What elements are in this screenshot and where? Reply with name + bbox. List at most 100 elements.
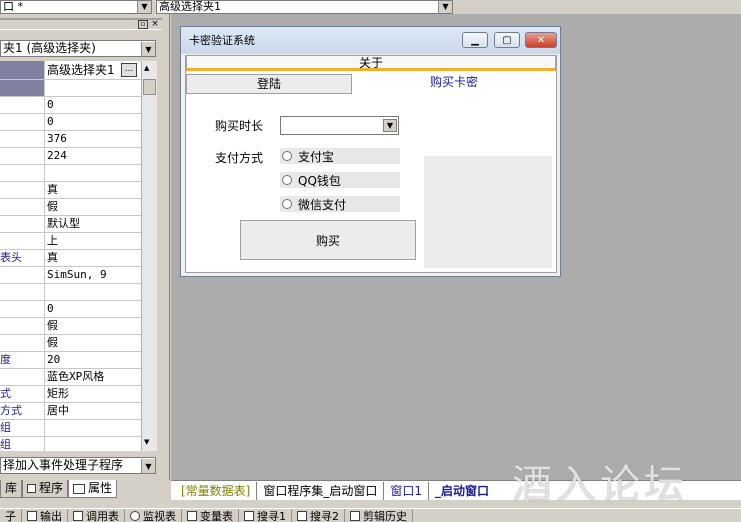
property-row[interactable]: 方式 居中: [0, 403, 157, 420]
maximize-icon[interactable]: ▢: [494, 32, 520, 48]
tab-window-assembly[interactable]: 窗口程序集_启动窗口: [256, 481, 383, 500]
property-row[interactable]: 表头真: [0, 250, 157, 267]
chevron-down-icon[interactable]: ▼: [141, 459, 155, 473]
object-combo-value: 夹1 (高级选择夹): [3, 41, 96, 55]
tab-watch[interactable]: 监视表: [125, 509, 182, 522]
tab-output[interactable]: 输出: [22, 509, 68, 522]
property-row[interactable]: 度 20: [0, 352, 157, 369]
tab-window1-label: 窗口1: [390, 483, 423, 498]
tab-library[interactable]: 库: [0, 480, 23, 498]
property-key: [0, 284, 44, 300]
property-row[interactable]: 式矩形: [0, 386, 157, 403]
property-row[interactable]: 蓝色XP风格: [0, 369, 157, 386]
tab-login[interactable]: 登陆: [186, 74, 352, 94]
property-key: [0, 199, 44, 215]
tab-output-label: 输出: [40, 509, 62, 522]
radio-circle[interactable]: [282, 199, 292, 209]
tab-window1[interactable]: 窗口1: [383, 481, 428, 500]
close-icon[interactable]: ×: [150, 20, 160, 29]
variables-icon: [187, 510, 197, 521]
property-row[interactable]: 默认型: [0, 216, 157, 233]
property-row[interactable]: 假: [0, 199, 157, 216]
component-select-combo[interactable]: 高级选择夹1 ▼: [156, 0, 453, 14]
property-row[interactable]: 0: [0, 97, 157, 114]
radio-circle[interactable]: [282, 175, 292, 185]
property-row[interactable]: 真: [0, 182, 157, 199]
property-row[interactable]: [0, 165, 157, 182]
object-combo[interactable]: 夹1 (高级选择夹) ▼: [0, 40, 156, 57]
tab-search2[interactable]: 搜寻2: [292, 509, 345, 522]
panel-tabs: 库 程序 属性: [0, 480, 170, 500]
tab-library-label: 库: [5, 481, 18, 495]
event-combo[interactable]: 择加入事件处理子程序 ▼: [0, 457, 156, 474]
property-row[interactable]: 224: [0, 148, 157, 165]
tab-properties-label: 属性: [88, 481, 113, 495]
property-key: [0, 216, 44, 232]
property-row[interactable]: SimSun, 9: [0, 267, 157, 284]
output-tabs-bar: 子 输出 调用表 监视表 变量表 搜寻1 搜寻2 剪辑历史: [0, 508, 741, 522]
dialog-window[interactable]: 卡密验证系统 ▁ ▢ ✕ 关于 登陆 购买卡密 购买时长 ▼ 支付方式 支付宝 …: [180, 26, 561, 277]
restore-icon[interactable]: ▫: [138, 20, 148, 29]
property-key: 式: [0, 386, 44, 402]
radio-wechat[interactable]: 微信支付: [280, 196, 400, 212]
tab-properties[interactable]: 属性: [68, 480, 118, 498]
minimize-icon[interactable]: ▁: [462, 32, 488, 48]
tab-startup-window[interactable]: _启动窗口: [428, 481, 495, 500]
watermark: 酒入论坛: [512, 462, 688, 508]
property-scrollbar[interactable]: ▲ ▼: [141, 61, 157, 451]
tab-search1[interactable]: 搜寻1: [239, 509, 292, 522]
buy-button[interactable]: 购买: [240, 220, 416, 260]
scrollbar-thumb[interactable]: [143, 79, 156, 95]
watch-icon: [130, 510, 140, 521]
property-row[interactable]: 上: [0, 233, 157, 250]
property-key: [0, 61, 44, 79]
chevron-down-icon[interactable]: ▼: [141, 42, 155, 56]
tab-program[interactable]: 程序: [22, 480, 69, 498]
tab-startup-window-label: _启动窗口: [435, 483, 490, 498]
window-select-combo[interactable]: 口 * ▼: [0, 0, 152, 14]
output-icon: [27, 510, 37, 521]
tab-constants[interactable]: [常量数据表]: [171, 482, 256, 500]
property-row[interactable]: 组: [0, 437, 157, 451]
chevron-down-icon[interactable]: ▼: [438, 1, 452, 13]
property-row[interactable]: [0, 80, 157, 97]
property-row[interactable]: 0: [0, 114, 157, 131]
property-key: [0, 267, 44, 283]
radio-circle[interactable]: [282, 151, 292, 161]
property-key: [0, 148, 44, 164]
status-item-0[interactable]: 子: [0, 509, 22, 522]
property-row[interactable]: [0, 284, 157, 301]
property-row[interactable]: 假: [0, 335, 157, 352]
property-row[interactable]: 0: [0, 301, 157, 318]
search-icon: [244, 510, 254, 521]
tab-call-table[interactable]: 调用表: [68, 509, 125, 522]
tab-about-label: 关于: [358, 56, 383, 70]
property-key: [0, 182, 44, 198]
clipboard-icon: [350, 510, 360, 521]
tab-variables[interactable]: 变量表: [182, 509, 239, 522]
scroll-down-icon[interactable]: ▼: [144, 438, 149, 446]
property-row[interactable]: 假: [0, 318, 157, 335]
property-key: [0, 335, 44, 351]
tab-window-assembly-label: 窗口程序集_启动窗口: [263, 483, 378, 498]
duration-select[interactable]: ▼: [280, 116, 399, 135]
close-icon[interactable]: ✕: [525, 32, 557, 48]
window-select-value: 口 *: [3, 0, 23, 13]
property-row[interactable]: 376: [0, 131, 157, 148]
radio-alipay[interactable]: 支付宝: [280, 148, 400, 164]
tab-clip-history[interactable]: 剪辑历史: [345, 509, 413, 522]
dialog-title: 卡密验证系统: [189, 34, 255, 47]
chevron-down-icon[interactable]: ▼: [383, 119, 397, 132]
property-key: 组: [0, 420, 44, 436]
component-select-value: 高级选择夹1: [159, 0, 221, 13]
call-table-icon: [73, 510, 83, 521]
property-row[interactable]: 组: [0, 420, 157, 437]
tab-buy-card[interactable]: 购买卡密: [352, 72, 556, 92]
scroll-up-icon[interactable]: ▲: [144, 64, 149, 72]
property-key: [0, 131, 44, 147]
tab-about[interactable]: 关于: [186, 55, 556, 71]
chevron-down-icon[interactable]: ▼: [137, 1, 151, 13]
property-key: [0, 80, 44, 96]
ellipsis-button[interactable]: ...: [121, 63, 137, 77]
radio-qq-wallet[interactable]: QQ钱包: [280, 172, 400, 188]
